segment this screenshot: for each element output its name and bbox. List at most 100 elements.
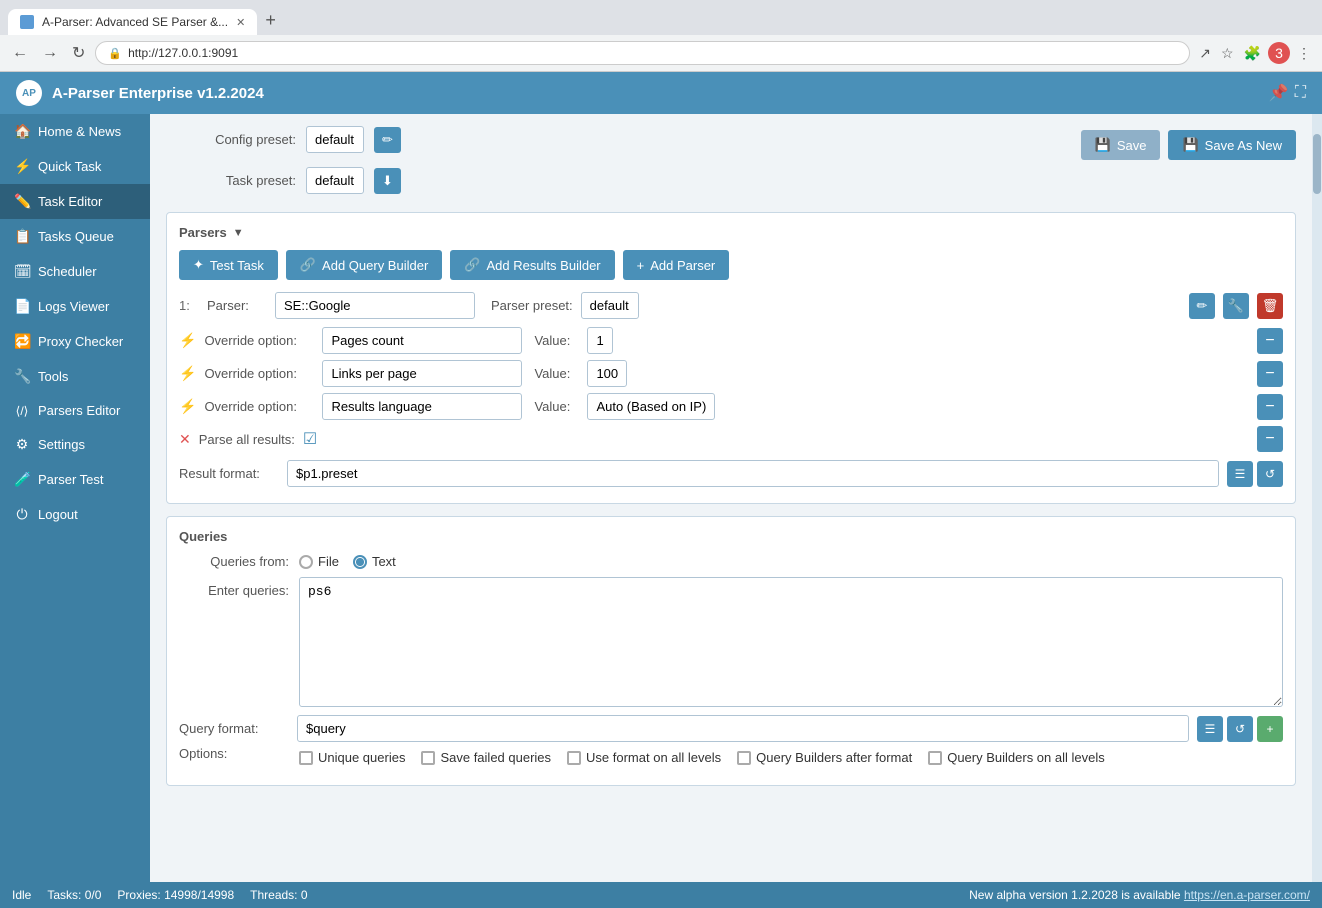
parse-all-checkbox[interactable]: ☑ <box>303 429 317 449</box>
config-preset-edit-btn[interactable]: ✏ <box>374 127 401 153</box>
queries-textarea[interactable]: ps6 <box>299 577 1283 707</box>
override-remove-btn-2[interactable]: − <box>1257 361 1283 387</box>
sidebar-item-scheduler[interactable]: 🗓 Scheduler <box>0 254 150 289</box>
sidebar-item-tools[interactable]: 🔧 Tools <box>0 359 150 394</box>
task-editor-icon: ✏️ <box>14 193 30 210</box>
sidebar-item-proxy-checker[interactable]: 🔁 Proxy Checker <box>0 324 150 359</box>
override-option-select-1[interactable]: Pages count <box>322 327 522 354</box>
add-query-builder-button[interactable]: 🔗 Add Query Builder <box>286 250 442 280</box>
query-format-reset-btn[interactable]: ↺ <box>1227 716 1253 742</box>
parser-select[interactable]: SE::Google <box>275 292 475 319</box>
file-radio-option[interactable]: File <box>299 554 339 569</box>
reload-button[interactable]: ↻ <box>68 41 89 65</box>
sidebar-item-logout[interactable]: ⏻ Logout <box>0 497 150 532</box>
sidebar-item-tasks-queue[interactable]: 📋 Tasks Queue <box>0 219 150 254</box>
parser-label-text: Parser: <box>207 298 267 313</box>
status-right: New alpha version 1.2.2028 is available … <box>969 888 1310 902</box>
task-preset-download-btn[interactable]: ⬇ <box>374 168 401 194</box>
sidebar-item-settings[interactable]: ⚙ Settings <box>0 427 150 462</box>
bookmark-btn[interactable]: ☆ <box>1218 42 1237 65</box>
override-value-select-1[interactable]: 1 <box>587 327 613 354</box>
sidebar-label-tasks-queue: Tasks Queue <box>38 229 114 244</box>
address-bar[interactable]: 🔒 http://127.0.0.1:9091 <box>95 41 1190 65</box>
pin-btn[interactable]: 📌 <box>1269 83 1289 103</box>
config-preset-select[interactable]: default <box>306 126 364 153</box>
use-format-checkbox <box>567 751 581 765</box>
sidebar-label-parser-test: Parser Test <box>38 472 104 487</box>
fullscreen-btn[interactable]: ⛶ <box>1295 83 1306 103</box>
task-preset-select[interactable]: default <box>306 167 364 194</box>
parser-preset-select[interactable]: default <box>581 292 639 319</box>
save-button[interactable]: 💾 Save <box>1081 130 1161 160</box>
vertical-scrollbar[interactable] <box>1312 114 1322 882</box>
profile-btn[interactable]: 3 <box>1268 42 1290 64</box>
share-btn[interactable]: ↗ <box>1196 42 1214 65</box>
parsers-chevron-icon: ▼ <box>233 227 244 239</box>
add-results-builder-label: Add Results Builder <box>486 258 600 273</box>
sidebar-item-quick-task[interactable]: ⚡ Quick Task <box>0 149 150 184</box>
back-button[interactable]: ← <box>8 42 32 64</box>
config-preset-select-wrapper: default <box>306 126 364 153</box>
url-text: http://127.0.0.1:9091 <box>128 46 238 60</box>
result-format-input[interactable] <box>287 460 1219 487</box>
tools-icon: 🔧 <box>14 368 30 385</box>
query-builders-on-all-levels-option[interactable]: Query Builders on all levels <box>928 750 1105 765</box>
parser-settings-btn[interactable]: 🔧 <box>1223 293 1249 319</box>
parsers-section-title: Parsers ▼ <box>179 225 1283 240</box>
status-bar: Idle Tasks: 0/0 Proxies: 14998/14998 Thr… <box>0 882 1322 908</box>
query-format-input[interactable] <box>297 715 1189 742</box>
query-format-add-btn[interactable]: + <box>1257 716 1283 742</box>
quick-task-icon: ⚡ <box>14 158 30 175</box>
add-results-builder-button[interactable]: 🔗 Add Results Builder <box>450 250 614 280</box>
query-format-list-btn[interactable]: ☰ <box>1197 716 1223 742</box>
forward-button[interactable]: → <box>38 42 62 64</box>
test-task-button[interactable]: ✦ Test Task <box>179 250 278 280</box>
add-parser-button[interactable]: + Add Parser <box>623 250 730 280</box>
override-value-select-2[interactable]: 100 <box>587 360 627 387</box>
logout-icon: ⏻ <box>14 506 30 523</box>
unique-queries-option[interactable]: Unique queries <box>299 750 405 765</box>
sidebar-item-logs-viewer[interactable]: 📄 Logs Viewer <box>0 289 150 324</box>
sidebar-item-parsers-editor[interactable]: ⟨/⟩ Parsers Editor <box>0 394 150 427</box>
add-parser-label: Add Parser <box>650 258 715 273</box>
override-option-select-2[interactable]: Links per page <box>322 360 522 387</box>
parse-all-remove-btn[interactable]: − <box>1257 426 1283 452</box>
override-remove-btn-1[interactable]: − <box>1257 328 1283 354</box>
enter-queries-row: Enter queries: ps6 <box>179 577 1283 707</box>
override-lightning-icon-1: ⚡ <box>179 332 196 349</box>
parser-delete-btn[interactable]: 🗑 <box>1257 293 1283 319</box>
test-task-label: Test Task <box>210 258 264 273</box>
status-update-link[interactable]: https://en.a-parser.com/ <box>1184 888 1310 902</box>
result-format-list-btn[interactable]: ☰ <box>1227 461 1253 487</box>
sidebar-item-parser-test[interactable]: 🧪 Parser Test <box>0 462 150 497</box>
text-radio-circle <box>353 555 367 569</box>
tab-close-btn[interactable]: ✕ <box>236 16 245 29</box>
sidebar-item-home-news[interactable]: 🏠 Home & News <box>0 114 150 149</box>
result-format-label: Result format: <box>179 466 279 481</box>
enter-queries-label: Enter queries: <box>179 577 289 598</box>
extension-btn[interactable]: 🧩 <box>1241 42 1264 65</box>
override-remove-btn-3[interactable]: − <box>1257 394 1283 420</box>
parser-edit-btn[interactable]: ✏ <box>1189 293 1215 319</box>
query-builders-after-format-option[interactable]: Query Builders after format <box>737 750 912 765</box>
sidebar-label-settings: Settings <box>38 437 85 452</box>
file-radio-label: File <box>318 554 339 569</box>
override-value-select-3[interactable]: Auto (Based on IP) <box>587 393 715 420</box>
menu-btn[interactable]: ⋮ <box>1294 42 1314 65</box>
save-failed-queries-option[interactable]: Save failed queries <box>421 750 551 765</box>
home-icon: 🏠 <box>14 123 30 140</box>
new-tab-button[interactable]: + <box>257 6 284 35</box>
parser-test-icon: 🧪 <box>14 471 30 488</box>
add-results-icon: 🔗 <box>464 257 480 273</box>
save-as-new-button[interactable]: 💾 Save As New <box>1168 130 1296 160</box>
lock-icon: 🔒 <box>108 47 122 60</box>
result-format-reset-btn[interactable]: ↺ <box>1257 461 1283 487</box>
scroll-thumb[interactable] <box>1313 134 1321 194</box>
text-radio-option[interactable]: Text <box>353 554 396 569</box>
query-builders-all-checkbox <box>928 751 942 765</box>
use-format-on-all-levels-option[interactable]: Use format on all levels <box>567 750 721 765</box>
override-option-select-3[interactable]: Results language <box>322 393 522 420</box>
file-radio-circle <box>299 555 313 569</box>
sidebar-item-task-editor[interactable]: ✏️ Task Editor <box>0 184 150 219</box>
browser-tab[interactable]: A-Parser: Advanced SE Parser &... ✕ <box>8 9 257 35</box>
